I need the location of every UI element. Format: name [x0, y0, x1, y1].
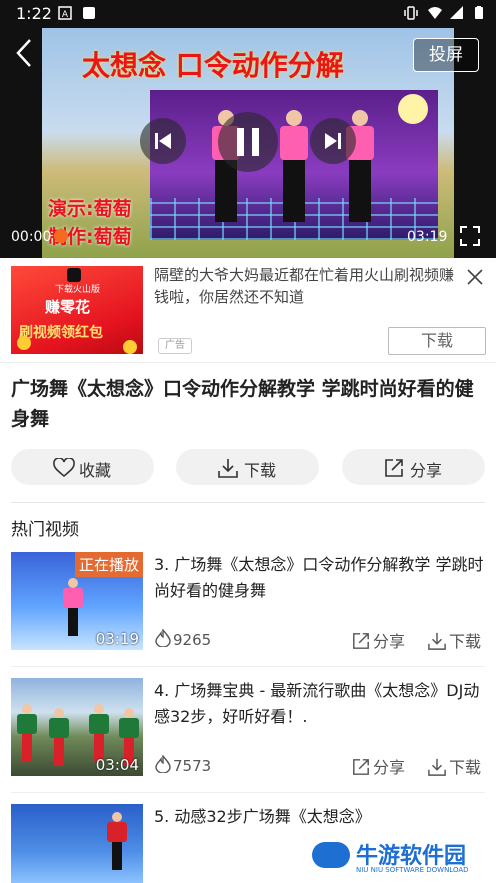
view-count: 9265	[155, 628, 211, 649]
share-button[interactable]: 分享	[342, 449, 485, 485]
total-time: 03:19	[407, 229, 448, 245]
ad-download-button[interactable]: 下载	[388, 327, 486, 355]
skip-next-icon	[325, 133, 341, 149]
list-separator	[11, 666, 485, 667]
video-duration: 03:04	[95, 756, 139, 774]
thumb-dancer	[17, 704, 37, 762]
ad-banner[interactable]: 下载火山版 赚零花 刷视频领红包 隔壁的大爷大妈最近都在忙着用火山刷视频赚钱啦，…	[0, 258, 496, 363]
pause-button[interactable]	[218, 112, 278, 172]
share-icon	[353, 633, 369, 649]
wifi-icon	[428, 7, 442, 19]
video-overlay-title: 太想念 口令动作分解	[82, 49, 344, 82]
download-label: 下载	[244, 461, 277, 480]
video-duration: 03:19	[95, 630, 139, 648]
video-dancer	[274, 110, 314, 230]
share-link[interactable]: 分享	[352, 628, 405, 652]
ad-thumb-subline: 刷视频领红包	[19, 325, 103, 341]
share-icon	[353, 759, 369, 775]
close-icon[interactable]	[466, 268, 484, 286]
video-thumbnail[interactable]	[11, 804, 143, 883]
list-separator	[11, 792, 485, 793]
video-thumbnail[interactable]: 03:04	[11, 678, 143, 776]
share-label: 分享	[410, 461, 443, 480]
coin-icon	[123, 340, 137, 354]
thumb-dancer	[107, 812, 127, 870]
favorite-button[interactable]: 收藏	[11, 449, 154, 485]
next-button[interactable]	[310, 118, 356, 164]
thumb-dancer	[49, 708, 69, 766]
current-time: 00:00	[11, 229, 52, 245]
previous-button[interactable]	[140, 118, 186, 164]
fire-icon	[155, 754, 171, 774]
section-divider	[11, 502, 485, 503]
status-bar: 1:22 A	[0, 0, 496, 28]
video-player[interactable]: 1:22 A 太想念 口令动作分解 演示:萄萄 制作:萄萄 投屏 00:00 0…	[0, 0, 496, 258]
download-button[interactable]: 下载	[176, 449, 319, 485]
back-icon[interactable]	[14, 38, 34, 76]
list-item[interactable]: 正在播放 03:19 3. 广场舞《太想念》口令动作分解教学 学跳时尚好看的健身…	[0, 552, 496, 668]
download-link[interactable]: 下载	[428, 628, 481, 652]
list-item-title[interactable]: 4. 广场舞宝典 - 最新流行歌曲《太想念》DJ动感32步，好听好看！.	[154, 678, 484, 730]
battery-icon	[475, 6, 483, 19]
fullscreen-icon[interactable]	[460, 226, 480, 246]
favorite-label: 收藏	[79, 461, 112, 480]
share-link[interactable]: 分享	[352, 754, 405, 778]
heart-icon	[53, 458, 75, 478]
download-icon	[218, 459, 238, 478]
share-icon	[385, 459, 403, 477]
list-item[interactable]: 03:04 4. 广场舞宝典 - 最新流行歌曲《太想念》DJ动感32步，好听好看…	[0, 678, 496, 794]
ad-thumb-brand: 下载火山版	[55, 285, 101, 295]
ad-thumbnail[interactable]: 下载火山版 赚零花 刷视频领红包	[11, 266, 143, 354]
download-icon	[428, 632, 446, 650]
now-playing-badge: 正在播放	[74, 552, 143, 577]
niuyou-logo-icon	[312, 842, 350, 868]
action-bar: 收藏 下载 分享	[0, 449, 496, 485]
thumb-dancer	[63, 578, 83, 636]
site-watermark: 牛游软件园 NIU NIU SOFTWARE DOWNLOAD	[312, 838, 492, 878]
download-link[interactable]: 下载	[428, 754, 481, 778]
cast-button[interactable]: 投屏	[413, 38, 479, 72]
status-time: 1:22	[16, 4, 52, 23]
video-thumbnail[interactable]: 正在播放 03:19	[11, 552, 143, 650]
view-count: 7573	[155, 754, 211, 775]
video-moon	[398, 94, 428, 124]
vibrate-icon	[404, 6, 418, 20]
list-item-title[interactable]: 5. 动感32步广场舞《太想念》	[154, 804, 484, 830]
watermark-subtitle: NIU NIU SOFTWARE DOWNLOAD	[356, 866, 469, 874]
video-title: 广场舞《太想念》口令动作分解教学 学跳时尚好看的健身舞	[11, 378, 474, 430]
video-credit-demo: 演示:萄萄	[48, 198, 132, 220]
list-item-title[interactable]: 3. 广场舞《太想念》口令动作分解教学 学跳时尚好看的健身舞	[154, 552, 484, 604]
notification-a-icon: A	[58, 6, 72, 20]
svg-text:A: A	[62, 10, 69, 20]
seek-handle[interactable]	[54, 229, 68, 243]
signal-icon	[450, 6, 463, 19]
ad-label: 广告	[158, 338, 192, 354]
skip-previous-icon	[155, 133, 171, 149]
coin-icon	[17, 336, 31, 350]
ad-thumb-headline: 赚零花	[45, 298, 91, 316]
thumb-dancer	[89, 704, 109, 762]
fire-icon	[155, 628, 171, 648]
download-icon	[428, 758, 446, 776]
section-heading: 热门视频	[11, 520, 79, 540]
ad-text[interactable]: 隔壁的大爷大妈最近都在忙着用火山刷视频赚钱啦，你居然还不知道	[154, 264, 454, 308]
pause-icon	[237, 128, 259, 156]
tiktok-logo-icon	[67, 268, 81, 282]
notification-square-icon	[83, 7, 95, 19]
